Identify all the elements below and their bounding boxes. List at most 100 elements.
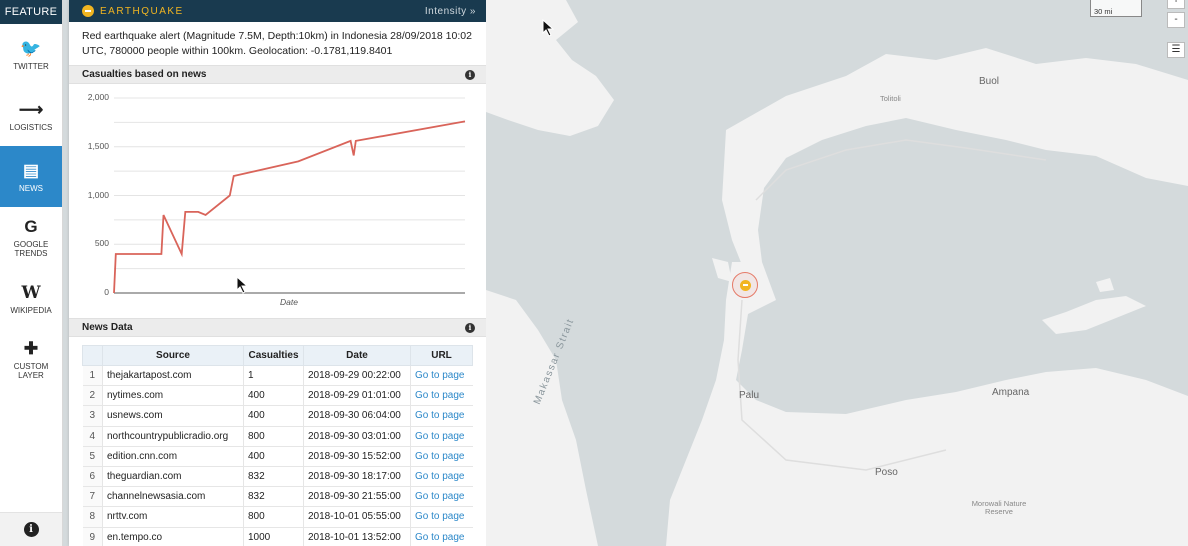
date-cell: 2018-09-30 18:17:00 xyxy=(303,466,411,488)
date-cell: 2018-09-30 15:52:00 xyxy=(303,446,411,467)
info-icon[interactable]: i xyxy=(465,69,475,80)
layers-button[interactable]: ☰ xyxy=(1167,42,1185,58)
sidebar-item-news[interactable]: ▤ NEWS xyxy=(0,146,62,207)
wikipedia-icon: W xyxy=(21,282,41,303)
casualties-cell: 1000 xyxy=(243,527,304,546)
casualties-cell: 832 xyxy=(243,466,304,488)
go-to-page-link[interactable]: Go to page xyxy=(410,506,473,528)
casualties-cell: 400 xyxy=(243,405,304,427)
sidebar-info-button[interactable]: i xyxy=(0,512,62,546)
column-header-casualties[interactable]: Casualties xyxy=(243,345,304,366)
table-row: 7 channelnewsasia.com 832 2018-09-30 21:55:… xyxy=(82,486,473,508)
sidebar-item-twitter[interactable]: 🐦 TWITTER xyxy=(0,24,62,85)
news-table: Source Casualties Date URL 1 thejakartapo… xyxy=(82,345,473,546)
twitter-icon: 🐦 xyxy=(20,38,42,58)
go-to-page-link[interactable]: Go to page xyxy=(410,466,473,488)
row-index: 9 xyxy=(82,527,103,546)
table-row: 5 edition.cnn.com 400 2018-09-30 15:52:00 Go… xyxy=(82,446,473,467)
sidebar-item-label: WIKIPEDIA xyxy=(10,305,52,315)
date-cell: 2018-09-29 01:01:00 xyxy=(303,385,411,407)
zoom-out-button[interactable]: - xyxy=(1167,12,1185,28)
y-tick-label: 1,000 xyxy=(87,189,109,200)
info-icon: i xyxy=(23,522,39,537)
column-header-source[interactable]: Source xyxy=(102,345,244,366)
sidebar-item-label: TWITTER xyxy=(13,61,49,71)
source-cell: channelnewsasia.com xyxy=(102,486,244,508)
sidebar-header: FEATURE xyxy=(0,0,62,24)
casualties-section-header: Casualties based on news i xyxy=(69,65,486,84)
place-label-buol: Buol xyxy=(979,76,1000,87)
date-cell: 2018-09-30 03:01:00 xyxy=(303,426,411,447)
sidebar-item-label: CUSTOM LAYER xyxy=(13,362,49,380)
mouse-cursor-icon xyxy=(542,19,555,37)
sidebar-item-custom-layer[interactable]: ✚ CUSTOM LAYER xyxy=(0,329,62,390)
casualties-chart: 0 500 1,000 1,500 2,000 Date xyxy=(69,84,486,318)
place-label-tolitoli: Tolitoli xyxy=(880,94,901,103)
casualties-cell: 400 xyxy=(243,385,304,407)
go-to-page-link[interactable]: Go to page xyxy=(410,405,473,427)
land-small-island xyxy=(1096,278,1114,292)
intensity-link[interactable]: Intensity » xyxy=(425,6,476,17)
column-header-index xyxy=(82,345,103,366)
sidebar-item-logistics[interactable]: ⟶ LOGISTICS xyxy=(0,85,62,146)
table-row: 9 en.tempo.co 1000 2018-10-01 13:52:00 Go to… xyxy=(82,527,473,546)
earthquake-icon xyxy=(739,279,751,291)
y-tick-label: 0 xyxy=(104,287,109,297)
date-cell: 2018-09-30 06:04:00 xyxy=(303,405,411,427)
mouse-cursor-icon xyxy=(236,276,249,294)
casualties-cell: 832 xyxy=(243,486,304,508)
table-row: 8 nrttv.com 800 2018-10-01 05:55:00 Go to pa… xyxy=(82,506,473,528)
y-tick-label: 1,500 xyxy=(87,140,109,151)
zoom-in-button[interactable]: + xyxy=(1167,0,1185,9)
date-cell: 2018-10-01 13:52:00 xyxy=(303,527,411,546)
column-header-date[interactable]: Date xyxy=(303,345,411,366)
go-to-page-link[interactable]: Go to page xyxy=(410,446,473,467)
go-to-page-link[interactable]: Go to page xyxy=(410,385,473,407)
table-row: 2 nytimes.com 400 2018-09-29 01:01:00 Go to … xyxy=(82,385,473,407)
row-index: 7 xyxy=(82,486,103,508)
casualties-cell: 400 xyxy=(243,446,304,467)
casualties-cell: 800 xyxy=(243,506,304,528)
panel-header: EARTHQUAKE Intensity » xyxy=(69,0,486,22)
map-landmass xyxy=(486,0,1188,546)
place-label-ampana: Ampana xyxy=(992,387,1030,398)
place-label-poso: Poso xyxy=(875,467,898,478)
news-section-header: News Data i xyxy=(69,318,486,337)
place-label-palu: Palu xyxy=(739,390,760,401)
source-cell: usnews.com xyxy=(102,405,244,427)
y-tick-label: 500 xyxy=(94,238,109,249)
casualties-cell: 1 xyxy=(243,365,304,387)
go-to-page-link[interactable]: Go to page xyxy=(410,426,473,447)
source-cell: nrttv.com xyxy=(102,506,244,528)
table-row: 3 usnews.com 400 2018-09-30 06:04:00 Go to p… xyxy=(82,405,473,427)
column-header-url[interactable]: URL xyxy=(410,345,473,366)
news-title: News Data xyxy=(82,322,133,333)
table-row: 1 thejakartapost.com 1 2018-09-29 00:22:00 G… xyxy=(82,365,473,387)
source-cell: northcountrypublicradio.org xyxy=(102,426,244,447)
go-to-page-link[interactable]: Go to page xyxy=(410,365,473,387)
table-row: 6 theguardian.com 832 2018-09-30 18:17:00 Go… xyxy=(82,466,473,488)
sidebar-item-google-trends[interactable]: G GOOGLE TRENDS xyxy=(0,207,62,268)
land-togian-islands xyxy=(1042,296,1146,334)
land-palu-peninsula xyxy=(712,258,732,282)
panel-title: EARTHQUAKE xyxy=(100,5,184,17)
sidebar-item-label: LOGISTICS xyxy=(9,122,53,132)
go-to-page-link[interactable]: Go to page xyxy=(410,527,473,546)
event-description: Red earthquake alert (Magnitude 7.5M, De… xyxy=(82,30,472,57)
sidebar-item-label: GOOGLE TRENDS xyxy=(13,240,49,258)
go-to-page-link[interactable]: Go to page xyxy=(410,486,473,508)
row-index: 5 xyxy=(82,446,103,467)
map-scale: 30 mi xyxy=(1090,0,1142,17)
earthquake-panel: EARTHQUAKE Intensity » Red earthquake al… xyxy=(69,0,486,546)
info-icon[interactable]: i xyxy=(465,322,475,333)
row-index: 4 xyxy=(82,426,103,447)
land-borneo-south xyxy=(486,290,598,546)
sidebar-item-wikipedia[interactable]: W WIKIPEDIA xyxy=(0,268,62,329)
chart-svg xyxy=(113,97,466,294)
table-row: 4 northcountrypublicradio.org 800 2018-09-3… xyxy=(82,426,473,447)
earthquake-marker[interactable] xyxy=(732,272,758,298)
row-index: 8 xyxy=(82,506,103,528)
table-header-row: Source Casualties Date URL xyxy=(82,345,473,366)
map-view[interactable]: Buol Tolitoli Palu Ampana Poso Morowali … xyxy=(486,0,1188,546)
plus-icon: ✚ xyxy=(23,339,39,358)
